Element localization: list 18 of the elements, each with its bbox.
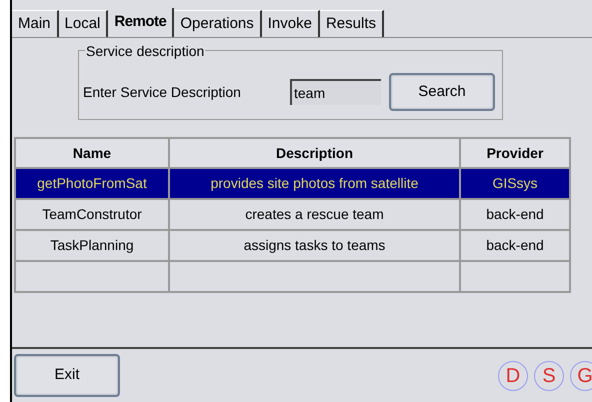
table-cell[interactable]: TaskPlanning: [15, 230, 169, 261]
search-field[interactable]: team: [290, 79, 381, 105]
logo-letter: D: [498, 360, 528, 390]
exit-button[interactable]: Exit: [14, 354, 120, 397]
column-header[interactable]: Name: [15, 138, 169, 168]
tab[interactable]: Invoke: [262, 10, 320, 37]
column-header[interactable]: Description: [169, 138, 460, 168]
field-label: Enter Service Description: [83, 82, 242, 102]
logo-letter: G: [570, 360, 592, 390]
logo-letter: S: [534, 360, 564, 390]
tab[interactable]: Operations: [174, 10, 262, 37]
tab[interactable]: Local: [58, 10, 108, 37]
column-header[interactable]: Provider: [460, 138, 570, 168]
tab[interactable]: Results: [320, 10, 384, 37]
table-cell[interactable]: back-end: [460, 230, 570, 261]
search-button[interactable]: Search: [389, 73, 495, 111]
table-cell[interactable]: assigns tasks to teams: [169, 230, 460, 261]
tab[interactable]: Main: [12, 10, 59, 37]
